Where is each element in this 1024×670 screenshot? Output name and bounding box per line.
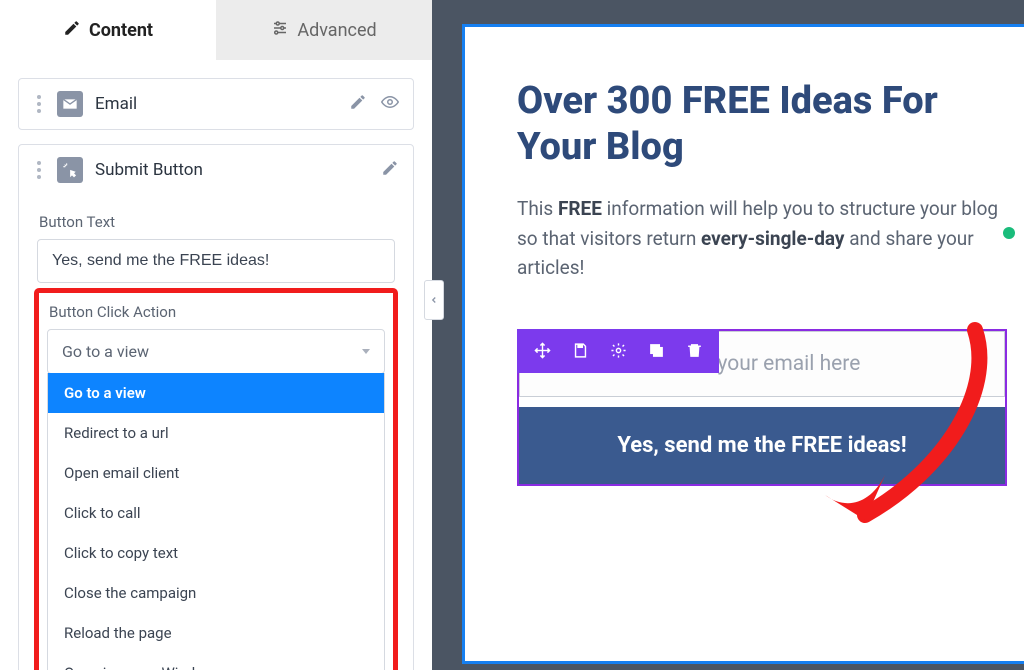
element-toolbar	[517, 329, 719, 373]
click-action-dropdown: Go to a viewRedirect to a urlOpen email …	[47, 373, 385, 670]
form-element-selected[interactable]: Enter your email here Yes, send me the F…	[517, 329, 1007, 486]
tab-content[interactable]: Content	[0, 0, 216, 60]
click-action-option[interactable]: Close the campaign	[48, 573, 384, 613]
click-action-option[interactable]: Open email client	[48, 453, 384, 493]
click-action-option[interactable]: Click to call	[48, 493, 384, 533]
block-email: Email	[18, 78, 414, 130]
block-submit-title: Submit Button	[95, 160, 369, 180]
click-action-option[interactable]: Open in a new Window	[48, 653, 384, 670]
cursor-click-icon	[57, 157, 83, 183]
trash-icon[interactable]	[677, 334, 711, 368]
popup-canvas: Over 300 FREE Ideas For Your Blog This F…	[462, 24, 1024, 664]
click-action-option[interactable]: Go to a view	[48, 373, 384, 413]
drag-handle-icon[interactable]	[33, 161, 45, 179]
eye-icon[interactable]	[381, 93, 399, 115]
click-action-highlight: Button Click Action Go to a view Go to a…	[37, 291, 395, 670]
drag-handle-icon[interactable]	[33, 95, 45, 113]
body-bold-fragment: every-single-day	[701, 227, 844, 250]
collapse-sidebar-button[interactable]	[424, 280, 444, 320]
button-text-label: Button Text	[39, 213, 395, 231]
gear-icon[interactable]	[601, 334, 635, 368]
body-bold-fragment: FREE	[558, 197, 602, 220]
status-dot-icon	[1003, 227, 1015, 239]
click-action-label: Button Click Action	[49, 303, 385, 321]
block-email-title: Email	[95, 94, 337, 114]
popup-body: This FREE information will help you to s…	[517, 194, 1007, 282]
edit-icon[interactable]	[349, 93, 367, 115]
popup-headline: Over 300 FREE Ideas For Your Blog	[517, 79, 1007, 170]
tab-advanced-label: Advanced	[297, 20, 376, 41]
body-text-fragment: This	[517, 197, 558, 220]
button-text-input[interactable]	[37, 239, 395, 283]
tab-content-label: Content	[89, 20, 153, 41]
sliders-icon	[271, 19, 289, 42]
preview-pane: Over 300 FREE Ideas For Your Blog This F…	[432, 0, 1024, 670]
block-submit-button: Submit Button Button Text Button Click A…	[18, 144, 414, 670]
click-action-option[interactable]: Click to copy text	[48, 533, 384, 573]
tab-advanced[interactable]: Advanced	[216, 0, 432, 60]
chevron-down-icon	[362, 349, 370, 354]
sidebar-panel: Content Advanced Email	[0, 0, 432, 670]
copy-icon[interactable]	[639, 334, 673, 368]
sidebar-tabs: Content Advanced	[0, 0, 432, 60]
click-action-option[interactable]: Redirect to a url	[48, 413, 384, 453]
move-icon[interactable]	[525, 334, 559, 368]
pencil-icon	[63, 19, 81, 42]
click-action-select[interactable]: Go to a view	[47, 329, 385, 374]
click-action-option[interactable]: Reload the page	[48, 613, 384, 653]
cta-button-preview[interactable]: Yes, send me the FREE ideas!	[519, 407, 1005, 484]
save-icon[interactable]	[563, 334, 597, 368]
click-action-selected: Go to a view	[62, 342, 149, 361]
envelope-icon	[57, 91, 83, 117]
edit-icon[interactable]	[381, 159, 399, 181]
